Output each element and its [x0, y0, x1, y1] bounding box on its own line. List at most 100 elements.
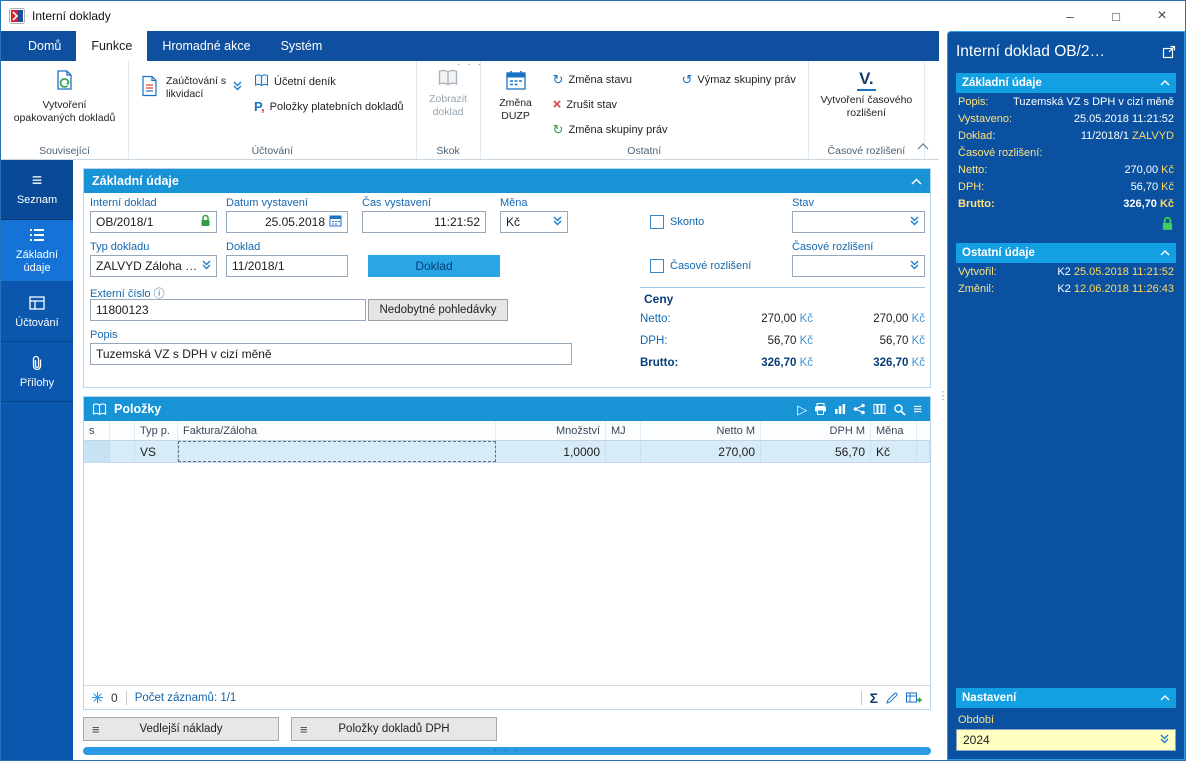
column-header-blank[interactable] [110, 421, 135, 440]
open-in-window-icon[interactable] [1162, 45, 1176, 59]
nedobytne-pohledavky-button[interactable]: Nedobytné pohledávky [368, 299, 508, 321]
pencil-icon[interactable] [886, 692, 898, 704]
zmena-duzp-button[interactable]: Změna DUZP [487, 67, 545, 124]
paperclip-icon [30, 354, 44, 372]
printer-icon[interactable] [814, 403, 827, 415]
section-title: Ostatní údaje [962, 247, 1035, 259]
vymaz-skupiny-prav-button[interactable]: ↺ Výmaz skupiny práv [676, 67, 802, 92]
column-header-mnozstvi[interactable]: Množství [496, 421, 606, 440]
section-title: Nastavení [962, 692, 1017, 704]
ribbon-collapse-button[interactable] [917, 139, 929, 153]
menu-icon[interactable]: ≡ [913, 402, 922, 417]
column-header-mj[interactable]: MJ [606, 421, 641, 440]
table-row[interactable]: VS 1,0000 270,00 56,70 Kč [84, 441, 930, 463]
column-header-mena[interactable]: Měna [871, 421, 917, 440]
zakladni-udaje-form: Interní doklad OB/2018/1 Datum vystavení… [84, 193, 930, 387]
section-header-zakladni-udaje[interactable]: Základní údaje [956, 73, 1176, 93]
popis-field[interactable]: Tuzemská VZ s DPH v cizí měně [90, 343, 572, 365]
column-header-faktura[interactable]: Faktura/Záloha [178, 421, 496, 440]
share-icon[interactable] [853, 403, 866, 415]
polozky-dokladu-dph-button[interactable]: ≡ Položky dokladů DPH [291, 717, 497, 741]
button-label: Změna stavu [568, 73, 633, 86]
collapse-chevron-icon[interactable] [911, 177, 922, 185]
interni-doklad-field[interactable]: OB/2018/1 [90, 211, 217, 233]
zauctovani-s-likvidaci-button[interactable]: Zaúčtování s likvidací [135, 67, 246, 102]
window-controls: – □ × [1047, 1, 1185, 31]
sidebar-item-seznam[interactable]: ≡ Seznam [1, 160, 73, 220]
search-settings-icon[interactable] [893, 403, 906, 416]
columns-icon[interactable] [873, 403, 886, 415]
sidebar-item-zakladni-udaje[interactable]: Základní údaje [1, 220, 73, 283]
close-button[interactable]: × [1139, 1, 1185, 31]
panel-splitter[interactable]: ⋮ [938, 31, 949, 760]
minimize-button[interactable]: – [1047, 1, 1093, 31]
vytvoreni-opakovanych-dokladu-button[interactable]: Vytvoření opakovaných dokladů [9, 67, 121, 126]
sidebar-item-label: Seznam [16, 194, 58, 207]
preview-row-dph: DPH: 56,70 Kč [956, 178, 1176, 195]
sidebar-item-prilohy[interactable]: Přílohy [1, 342, 73, 403]
button-label: Položky dokladů DPH [338, 723, 450, 735]
externi-cislo-field[interactable]: 11800123 [90, 299, 366, 321]
zrusit-stav-button[interactable]: × Zrušit stav [547, 92, 674, 117]
play-icon[interactable]: ▷ [797, 403, 807, 416]
snowflake-icon[interactable] [92, 692, 103, 703]
polozky-platebnich-dokladu-button[interactable]: P, Položky platebních dokladů [248, 94, 410, 119]
sum-icon[interactable]: Σ [870, 690, 878, 706]
typ-dokladu-combo[interactable]: ZALVYD Záloha p... [90, 255, 217, 277]
horizontal-scrollbar[interactable]: · · · [83, 744, 931, 756]
cas-vystaveni-label: Čas vystavení [362, 197, 432, 209]
doklad-field[interactable]: 11/2018/1 [226, 255, 348, 277]
obdobi-combo[interactable]: 2024 [956, 729, 1176, 751]
tab-hromadne-akce[interactable]: Hromadné akce [147, 31, 265, 61]
currency: Kč [799, 313, 813, 325]
zmena-stavu-button[interactable]: ↻ Změna stavu [547, 67, 674, 92]
column-header-dph[interactable]: DPH M [761, 421, 871, 440]
timestamp-value: 25.05.2018 11:21:52 [1073, 266, 1174, 278]
collapse-chevron-icon [1160, 692, 1170, 704]
stav-combo[interactable] [792, 211, 925, 233]
preview-title: Interní doklad OB/2… [956, 43, 1106, 60]
interni-doklad-label: Interní doklad [90, 197, 157, 209]
tab-funkce[interactable]: Funkce [76, 31, 148, 61]
row-cell-faktura-focused[interactable] [178, 441, 496, 462]
section-header-nastaveni[interactable]: Nastavení [956, 688, 1176, 708]
tab-domu[interactable]: Domů [13, 31, 76, 61]
ucetni-denik-button[interactable]: Účetní deník [248, 69, 410, 94]
button-label: Účetní deník [274, 75, 336, 88]
casove-rozliseni-checkbox[interactable]: Časové rozlišení [650, 259, 751, 273]
zmena-skupiny-prav-button[interactable]: ↻ Změna skupiny práv [547, 117, 674, 142]
casove-rozliseni-combo[interactable] [792, 255, 925, 277]
mena-combo[interactable]: Kč [500, 211, 568, 233]
zobrazit-doklad-button[interactable]: Zobrazit doklad [423, 67, 474, 120]
group-label-uctovani: Účtování [251, 145, 293, 157]
column-header-netto[interactable]: Netto M [641, 421, 761, 440]
tab-system[interactable]: Systém [266, 31, 338, 61]
window-title: Interní doklady [32, 9, 111, 23]
section-header-ostatni-udaje[interactable]: Ostatní údaje [956, 243, 1176, 263]
scrollbar-grip-dots: · · · [493, 744, 521, 756]
sidebar-item-uctovani[interactable]: Účtování [1, 282, 73, 343]
datum-vystaveni-field[interactable]: 25.05.2018 [226, 211, 348, 233]
maximize-button[interactable]: □ [1093, 1, 1139, 31]
grid-add-icon[interactable] [906, 692, 922, 704]
vytvoreni-casoveho-rozliseni-button[interactable]: V. Vytvoření časového rozlišení [815, 67, 918, 121]
button-label: Zaúčtování s likvidací [166, 75, 227, 100]
vedlejsi-naklady-button[interactable]: ≡ Vedlejší náklady [83, 717, 279, 741]
repeat-document-icon [53, 69, 77, 96]
cancel-icon: × [552, 96, 562, 113]
row-cell-filler [917, 441, 930, 462]
column-header-s[interactable]: s [84, 421, 110, 440]
document-type-link[interactable]: ZALVYD [1132, 130, 1174, 142]
button-label: Položky platebních dokladů [269, 100, 404, 113]
button-label: Změna DUZP [499, 97, 532, 122]
row-value: 326,70 [1123, 198, 1157, 210]
field-value: 25.05.2018 [264, 215, 325, 229]
skonto-checkbox[interactable]: Skonto [650, 215, 704, 229]
doklad-button[interactable]: Doklad [368, 255, 500, 277]
chart-icon[interactable] [834, 403, 846, 415]
checkbox-label: Časové rozlišení [670, 260, 752, 272]
row-cell-mena: Kč [871, 441, 917, 462]
preview-panel-header: Interní doklad OB/2… [956, 38, 1176, 66]
cas-vystaveni-field[interactable]: 11:21:52 [362, 211, 486, 233]
column-header-typ[interactable]: Typ p. [135, 421, 178, 440]
